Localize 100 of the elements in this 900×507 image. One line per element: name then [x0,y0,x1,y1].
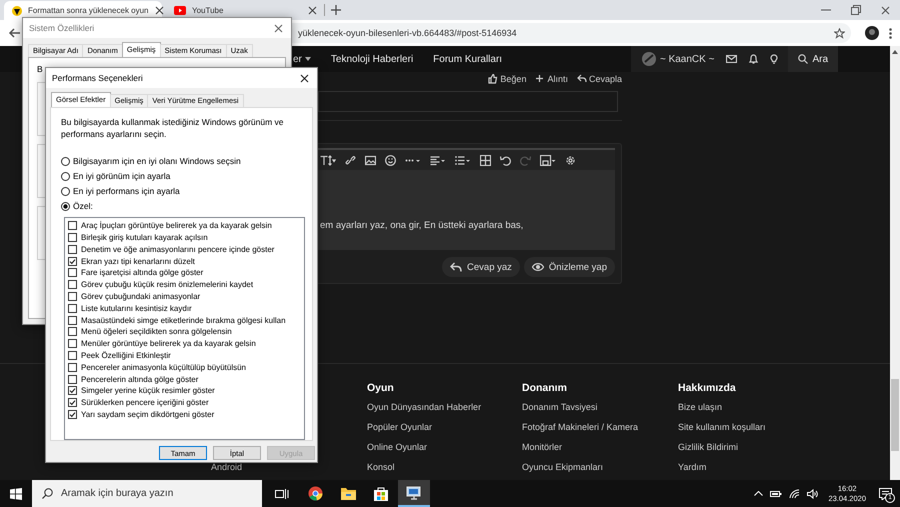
checkbox-option[interactable]: Pencereler animasyonla küçültülüp büyütülsün [68,361,301,374]
text-size-icon[interactable] [320,154,336,166]
editor-text[interactable]: em ayarları yaz, ona gir, En üstteki ayarlara bas, [318,170,615,250]
radio-option[interactable]: Bilgisayarım için en iyi olanı Windows seçsin [61,154,305,169]
close-icon[interactable] [154,6,164,15]
undo-icon[interactable] [500,154,511,166]
checkbox-option[interactable]: Peek Özelliğini Etkinleştir [68,350,301,362]
checkbox-icon[interactable] [68,256,77,266]
search-field[interactable]: Aramak için buraya yazın [32,480,262,507]
footer-link[interactable]: Android [211,462,367,482]
radio-icon[interactable] [61,172,70,181]
radio-icon[interactable] [61,186,70,196]
volume-icon[interactable] [807,488,818,498]
close-icon[interactable] [300,74,309,82]
preview-button[interactable]: Önizleme yap [524,257,615,277]
radio-icon[interactable] [61,156,70,166]
checkbox-icon[interactable] [68,398,77,408]
checkbox-option[interactable]: Yarı saydam seçim dikdörtgeni göster [68,408,301,420]
footer-link[interactable]: Popüler Oyunlar [367,422,522,442]
browser-tab[interactable]: YouTube [166,1,324,20]
footer-link[interactable]: Site kullanım koşulları [678,422,834,442]
checkbox-icon[interactable] [68,244,77,254]
checkbox-option[interactable]: Simgeler yerine küçük resimler göster [68,384,301,397]
back-icon[interactable] [8,27,21,39]
battery-icon[interactable] [770,490,782,498]
radio-option[interactable]: En iyi performans için ayarla [61,184,305,199]
checkbox-icon[interactable] [68,280,77,290]
nav-link[interactable]: Teknoloji Haberleri [330,54,414,64]
checkbox-icon[interactable] [68,316,77,325]
checkbox-option[interactable]: Denetim ve öğe animasyonlarını pencere içinde göster [68,243,301,256]
scrollbar[interactable] [890,46,900,480]
align-icon[interactable] [430,154,446,166]
link-icon[interactable] [345,154,356,166]
footer-link[interactable]: Yardım [678,462,834,482]
checkbox-option[interactable]: Masaüstündeki simge etiketlerinde bırakma gölgesi kullan [68,314,301,326]
checkbox-icon[interactable] [68,350,77,360]
checkbox-option[interactable]: Menü öğeleri seçildikten sonra gölgelensin [68,326,301,338]
checkbox-option[interactable]: Araç İpuçları görüntüye belirerek ya da kayarak gelsin [68,220,301,232]
checkbox-option[interactable]: Birleşik giriş kutuları kayarak açılsın [68,232,301,244]
reply-button[interactable]: Cevap yaz [442,257,520,277]
like-icon [488,74,498,84]
mail-icon[interactable] [726,55,738,63]
checkbox-option[interactable]: Menüler görüntüye belirerek ya da kayarak gelsin [68,338,301,350]
footer-link[interactable]: Bize ulaşın [678,402,834,422]
checkbox-icon[interactable] [68,221,77,230]
checkbox-icon[interactable] [68,386,77,396]
text-field[interactable] [318,91,618,112]
star-icon[interactable] [834,28,845,38]
list-icon[interactable] [455,154,471,166]
search-button[interactable]: Ara [788,46,838,72]
checkbox-option[interactable]: Görev çubuğu küçük resim önizlemelerini kaydet [68,278,301,291]
restore-icon[interactable] [851,5,861,15]
radio-option[interactable]: En iyi görünüm için ayarla [61,168,305,184]
checkbox-icon[interactable] [68,304,77,313]
radio-icon[interactable] [61,202,70,211]
footer-link[interactable]: Oyun Dünyasından Haberler [367,402,522,422]
post-action[interactable]: Alıntı [535,74,568,84]
footer-link[interactable]: Oyuncu Ekipmanları [522,462,678,482]
checkbox-icon[interactable] [68,268,77,278]
table-icon[interactable] [480,154,491,166]
footer-link[interactable]: Online Oyunlar [367,442,522,462]
bell-icon[interactable] [749,54,758,64]
avatar-icon[interactable] [865,26,879,40]
checkbox-icon[interactable] [68,327,77,336]
post-action[interactable]: Cevapla [576,74,622,84]
new-tab-icon[interactable] [331,5,341,15]
footer-link[interactable]: Konsol [367,462,522,482]
checkbox-option[interactable]: Görev çubuğundaki animasyonlar [68,290,301,302]
scrollbar-thumb[interactable] [891,379,899,451]
user-menu[interactable]: ~ KaanCK ~ [640,52,714,66]
wifi-icon[interactable] [789,488,800,498]
image-icon[interactable] [365,154,376,166]
close-icon[interactable] [308,6,317,15]
checkbox-option[interactable]: Pencerelerin altında gölge göster [68,373,301,385]
checkbox-option[interactable]: Ekran yazı tipi kenarlarını düzelt [68,255,301,267]
checkbox-icon[interactable] [68,374,77,384]
settings-icon[interactable] [565,154,576,166]
checkbox-icon[interactable] [68,410,77,419]
bulb-icon[interactable] [770,54,778,64]
taskbar-app[interactable] [398,480,430,507]
checkbox-icon[interactable] [68,339,77,348]
menu-icon[interactable] [889,28,892,38]
nav-link[interactable]: Forum Kuralları [433,54,502,64]
footer-link[interactable]: Fotoğraf Makineleri / Kamera [522,422,678,442]
footer-link[interactable]: Gizlilik Bildirimi [678,442,834,462]
radio-option[interactable]: Özel: [61,198,305,214]
scroll-up-icon[interactable] [892,50,898,54]
checkbox-option[interactable]: Sürüklerken pencere içeriğini göster [68,396,301,409]
chevron-up-icon[interactable] [754,491,764,496]
nav-link[interactable]: er [293,54,311,64]
checkbox-option[interactable]: Fare işaretçisi altında gölge göster [68,267,301,279]
save-icon[interactable] [540,154,556,166]
checkbox-icon[interactable] [68,233,77,242]
footer-link[interactable]: Monitörler [522,442,678,462]
footer-link[interactable]: Donanım Tavsiyesi [522,402,678,422]
checkbox-icon[interactable] [68,362,77,372]
checkbox-option[interactable]: Liste kutularını kesintisiz kaydır [68,302,301,314]
checkbox-icon[interactable] [68,292,77,301]
post-action[interactable]: Beğen [488,74,526,84]
smiley-icon[interactable] [385,154,396,166]
